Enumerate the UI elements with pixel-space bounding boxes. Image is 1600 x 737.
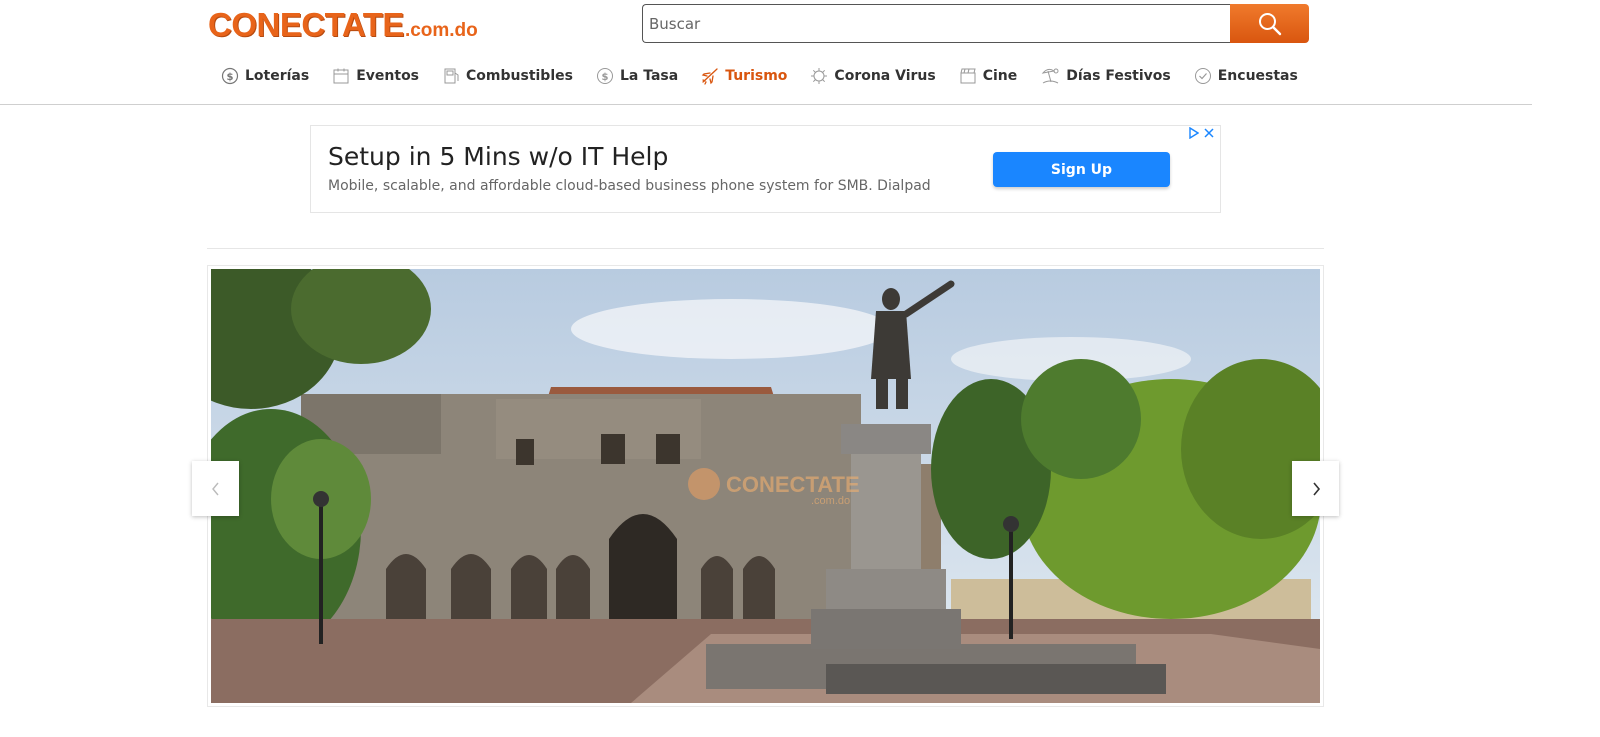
header-divider <box>0 104 1532 105</box>
svg-text:$: $ <box>601 72 608 83</box>
slider-prev-button[interactable] <box>192 461 239 516</box>
nav-label: Encuestas <box>1217 68 1298 84</box>
section-divider <box>207 248 1324 249</box>
cathedral-plaza-image: CONECTATE .com.do <box>211 269 1320 703</box>
search-bar <box>642 4 1309 43</box>
nav-item-encuestas[interactable]: Encuestas <box>1194 67 1298 85</box>
nav-label: Combustibles <box>466 68 573 84</box>
ad-description: Mobile, scalable, and affordable cloud-b… <box>328 178 931 194</box>
close-icon[interactable] <box>1204 128 1214 138</box>
nav-label: Turismo <box>725 68 788 84</box>
virus-icon <box>811 68 828 84</box>
dollar-icon: $ <box>596 68 613 84</box>
svg-text:$: $ <box>227 72 234 83</box>
nav-item-loterias[interactable]: $ Loterías <box>221 67 309 85</box>
coin-icon: $ <box>221 67 239 85</box>
ad-signup-button[interactable]: Sign Up <box>993 152 1170 187</box>
nav-item-dias-festivos[interactable]: Días Festivos <box>1040 67 1171 85</box>
slide-watermark-suffix: .com.do <box>811 495 850 507</box>
ad-choices[interactable] <box>1189 127 1214 139</box>
logo-main-text: CONECTATE <box>208 6 404 43</box>
nav-item-eventos[interactable]: Eventos <box>332 67 419 85</box>
main-nav: $ Loterías Eventos Combustibles $ La Tas… <box>221 60 1321 92</box>
check-icon <box>1194 68 1211 84</box>
nav-label: La Tasa <box>619 68 679 84</box>
nav-label: Cine <box>982 68 1018 84</box>
beach-icon <box>1041 68 1059 84</box>
nav-item-turismo[interactable]: Turismo <box>701 67 787 85</box>
search-icon <box>1258 12 1281 35</box>
nav-label: Eventos <box>356 68 420 84</box>
slider-next-button[interactable] <box>1292 461 1339 516</box>
calendar-icon <box>333 68 349 84</box>
adchoices-play-icon[interactable] <box>1189 127 1199 139</box>
search-input[interactable] <box>642 4 1230 43</box>
image-slider[interactable]: CONECTATE .com.do <box>207 265 1324 707</box>
nav-label: Días Festivos <box>1066 68 1171 84</box>
nav-item-la-tasa[interactable]: $ La Tasa <box>596 67 678 85</box>
film-icon <box>960 68 976 84</box>
nav-label: Corona Virus <box>834 68 936 84</box>
chevron-right-icon <box>1312 481 1320 496</box>
site-logo[interactable]: CONECTATE .com.do <box>208 6 478 43</box>
nav-label: Loterías <box>245 68 310 84</box>
slide-watermark: CONECTATE <box>726 472 860 497</box>
slide-image: CONECTATE .com.do <box>211 269 1320 703</box>
ad-banner[interactable]: Setup in 5 Mins w/o IT Help Mobile, scal… <box>310 125 1221 213</box>
fuel-icon <box>444 68 459 84</box>
logo-suffix-text: .com.do <box>404 20 478 41</box>
nav-item-combustibles[interactable]: Combustibles <box>442 67 573 85</box>
ad-headline[interactable]: Setup in 5 Mins w/o IT Help <box>328 142 668 171</box>
chevron-left-icon <box>211 482 219 495</box>
nav-item-corona-virus[interactable]: Corona Virus <box>810 67 936 85</box>
nav-item-cine[interactable]: Cine <box>959 67 1018 85</box>
search-button[interactable] <box>1230 4 1309 43</box>
airplane-icon <box>701 68 718 85</box>
